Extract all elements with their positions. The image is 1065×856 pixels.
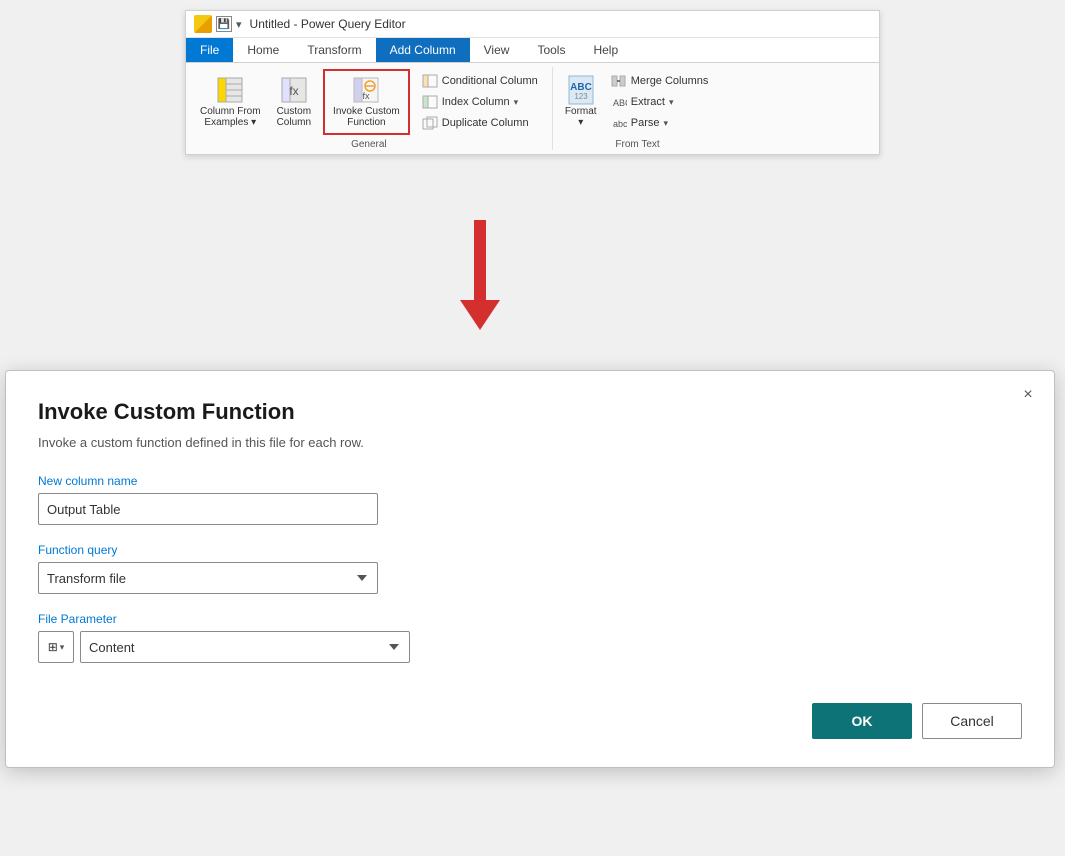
extract-label: Extract — [631, 96, 665, 108]
function-query-group: Function query Transform file — [38, 543, 1022, 594]
merge-columns-icon — [611, 73, 627, 89]
svg-text:fx: fx — [289, 84, 298, 98]
merge-columns-button[interactable]: Merge Columns — [605, 71, 715, 91]
save-icon[interactable]: 💾 — [216, 16, 232, 32]
new-column-name-input[interactable] — [38, 493, 378, 525]
conditional-column-button[interactable]: Conditional Column — [416, 71, 544, 91]
arrow-shaft — [474, 220, 486, 300]
title-bar-icons: 💾 ▾ — [194, 15, 242, 33]
index-column-label: Index Column — [442, 96, 510, 108]
format-icon: ABC 123 — [567, 76, 595, 104]
ribbon-tabs: File Home Transform Add Column View Tool… — [186, 38, 879, 63]
tab-tools[interactable]: Tools — [523, 38, 579, 62]
tab-add-column[interactable]: Add Column — [376, 38, 470, 62]
powerbi-icon — [194, 15, 212, 33]
svg-text:abc: abc — [613, 119, 627, 129]
new-column-name-group: New column name — [38, 474, 1022, 525]
parse-icon: abc — [611, 115, 627, 131]
ribbon-small-buttons: Conditional Column Index Column ▾ — [416, 71, 544, 133]
parse-button[interactable]: abc Parse ▾ — [605, 113, 715, 133]
tab-file[interactable]: File — [186, 38, 233, 62]
tab-help[interactable]: Help — [579, 38, 632, 62]
index-column-icon — [422, 94, 438, 110]
file-parameter-row: ⊞ ▾ Content — [38, 631, 1022, 663]
parse-label: Parse — [631, 117, 660, 129]
ribbon-group-from-text: ABC 123 Format▾ — [553, 67, 723, 150]
from-text-group-label: From Text — [615, 139, 659, 150]
file-parameter-select[interactable]: Content — [80, 631, 410, 663]
conditional-column-label: Conditional Column — [442, 75, 538, 87]
invoke-custom-function-icon: fx — [352, 76, 380, 104]
svg-text:ABC: ABC — [613, 98, 627, 108]
duplicate-column-label: Duplicate Column — [442, 117, 529, 129]
file-parameter-type-button[interactable]: ⊞ ▾ — [38, 631, 74, 663]
ribbon-content: Column FromExamples ▾ fx CustomColumn — [186, 63, 879, 154]
arrow-head — [460, 300, 500, 330]
title-bar: 💾 ▾ Untitled - Power Query Editor — [186, 11, 879, 38]
parse-dropdown-icon: ▾ — [664, 118, 669, 129]
column-from-examples-label: Column FromExamples ▾ — [200, 106, 261, 128]
from-text-group-items: ABC 123 Format▾ — [561, 67, 715, 137]
tab-view[interactable]: View — [470, 38, 524, 62]
tab-transform[interactable]: Transform — [293, 38, 375, 62]
table-icon: ⊞ — [48, 640, 58, 654]
ribbon-container: 💾 ▾ Untitled - Power Query Editor File H… — [185, 10, 880, 155]
cancel-button[interactable]: Cancel — [922, 703, 1022, 739]
duplicate-column-button[interactable]: Duplicate Column — [416, 113, 544, 133]
custom-column-button[interactable]: fx CustomColumn — [271, 73, 317, 131]
invoke-custom-function-dialog: × Invoke Custom Function Invoke a custom… — [5, 370, 1055, 768]
conditional-column-icon — [422, 73, 438, 89]
svg-text:123: 123 — [574, 92, 588, 101]
extract-button[interactable]: ABC Extract ▾ — [605, 92, 715, 112]
function-query-label: Function query — [38, 543, 1022, 557]
invoke-custom-function-label: Invoke CustomFunction — [333, 106, 400, 128]
extract-dropdown-icon: ▾ — [669, 97, 674, 108]
function-query-select[interactable]: Transform file — [38, 562, 378, 594]
dialog-close-button[interactable]: × — [1016, 383, 1040, 407]
dialog-subtitle: Invoke a custom function defined in this… — [38, 435, 1022, 450]
merge-columns-label: Merge Columns — [631, 75, 709, 87]
index-column-dropdown-icon: ▾ — [514, 97, 519, 108]
ok-button[interactable]: OK — [812, 703, 912, 739]
duplicate-column-icon — [422, 115, 438, 131]
tab-home[interactable]: Home — [233, 38, 293, 62]
custom-column-icon: fx — [280, 76, 308, 104]
ribbon-group-general-items: Column FromExamples ▾ fx CustomColumn — [194, 67, 544, 137]
from-text-small-buttons: Merge Columns ABC Extract ▾ — [605, 71, 715, 133]
index-column-button[interactable]: Index Column ▾ — [416, 92, 544, 112]
ribbon-group-general: Column FromExamples ▾ fx CustomColumn — [186, 67, 553, 150]
column-from-examples-button[interactable]: Column FromExamples ▾ — [194, 73, 267, 131]
dropdown-arrow-icon[interactable]: ▾ — [236, 18, 242, 31]
file-parameter-label: File Parameter — [38, 612, 1022, 626]
arrow-indicator — [460, 220, 500, 330]
extract-icon: ABC — [611, 94, 627, 110]
type-dropdown-icon: ▾ — [60, 642, 65, 653]
file-parameter-group: File Parameter ⊞ ▾ Content — [38, 612, 1022, 663]
general-group-label: General — [351, 139, 387, 150]
svg-text:fx: fx — [363, 91, 371, 101]
format-button[interactable]: ABC 123 Format▾ — [561, 73, 601, 131]
new-column-name-label: New column name — [38, 474, 1022, 488]
dialog-footer: OK Cancel — [38, 703, 1022, 739]
invoke-custom-function-button[interactable]: fx Invoke CustomFunction — [327, 73, 406, 131]
invoke-custom-function-wrapper: fx Invoke CustomFunction — [323, 69, 410, 135]
dialog-title: Invoke Custom Function — [38, 399, 1022, 425]
column-from-examples-icon — [216, 76, 244, 104]
window-title: Untitled - Power Query Editor — [250, 17, 406, 31]
custom-column-label: CustomColumn — [277, 106, 311, 128]
format-label: Format▾ — [565, 106, 597, 128]
